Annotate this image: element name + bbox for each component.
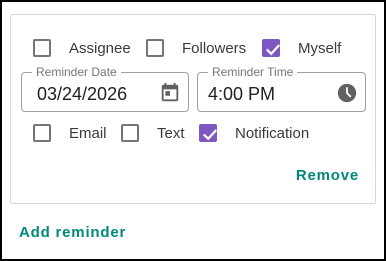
myself-checkbox[interactable] <box>262 39 281 57</box>
clock-icon[interactable] <box>336 82 358 104</box>
checkmark-icon <box>265 44 281 56</box>
text-checkbox[interactable] <box>121 124 139 142</box>
reminder-card: Assignee Followers Myself Reminder Date … <box>10 14 376 204</box>
reminder-time-field[interactable]: Reminder Time 4:00 PM <box>197 65 366 112</box>
reminder-date-value[interactable]: 03/24/2026 <box>37 83 127 105</box>
calendar-icon[interactable] <box>159 82 181 104</box>
text-label: Text <box>157 125 185 142</box>
email-label: Email <box>69 125 107 142</box>
assignee-label: Assignee <box>69 40 131 57</box>
checkmark-icon <box>202 129 218 141</box>
reminder-date-field[interactable]: Reminder Date 03/24/2026 <box>21 65 189 112</box>
add-reminder-button[interactable]: Add reminder <box>19 224 126 241</box>
reminder-time-value[interactable]: 4:00 PM <box>208 83 275 105</box>
email-checkbox[interactable] <box>33 124 51 142</box>
notification-checkbox[interactable] <box>199 124 218 142</box>
reminder-date-label: Reminder Date <box>32 65 121 79</box>
reminder-panel: Assignee Followers Myself Reminder Date … <box>0 0 386 261</box>
reminder-time-label: Reminder Time <box>208 65 298 79</box>
followers-label: Followers <box>182 40 247 57</box>
followers-checkbox[interactable] <box>146 39 164 57</box>
assignee-checkbox[interactable] <box>33 39 51 57</box>
notification-label: Notification <box>235 125 310 142</box>
remove-button[interactable]: Remove <box>296 167 359 184</box>
myself-label: Myself <box>298 40 342 57</box>
